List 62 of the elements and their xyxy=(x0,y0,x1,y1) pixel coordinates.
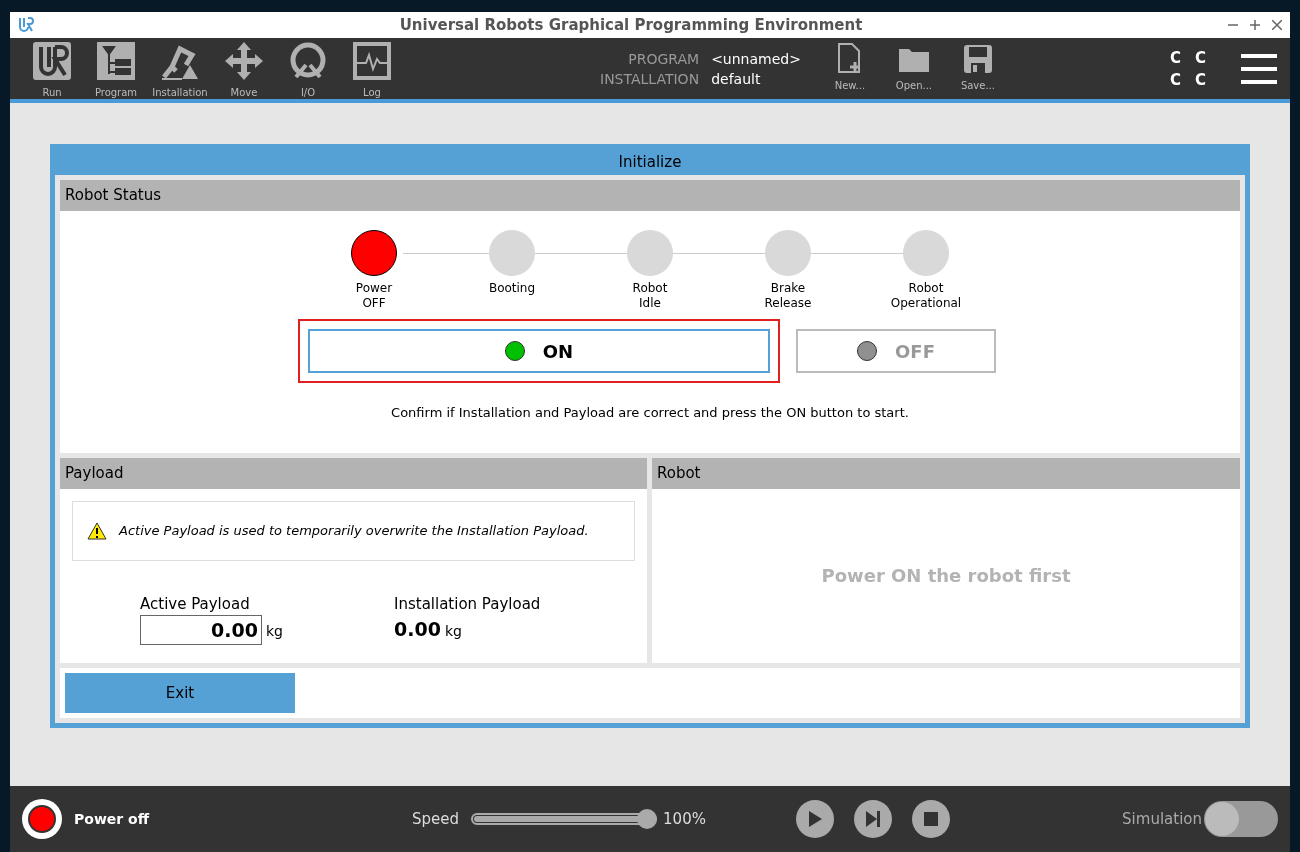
status-step-label: Power OFF xyxy=(355,281,393,311)
warning-icon xyxy=(87,521,107,540)
file-button[interactable]: Open... xyxy=(884,40,943,97)
power-status-icon[interactable] xyxy=(22,799,62,839)
status-letter: C xyxy=(1195,47,1206,69)
logo-icon xyxy=(18,17,34,33)
panel-title: Payload xyxy=(65,462,124,484)
play-icon xyxy=(806,810,823,828)
power-button[interactable]: ON xyxy=(308,329,770,373)
toolbar-button[interactable]: Log xyxy=(340,37,404,100)
toolbar-button[interactable]: I/O xyxy=(276,37,340,100)
toolbar-button[interactable]: Program xyxy=(84,37,148,100)
dialog-title: Initialize xyxy=(618,151,682,173)
warning-text: Active Payload is used to temporarily overwrite the Installation Payload. xyxy=(119,521,589,540)
unit-label: kg xyxy=(266,622,283,641)
slider-thumb[interactable] xyxy=(637,809,658,829)
installation-payload-label: Installation Payload xyxy=(394,593,541,615)
program-tree-icon xyxy=(96,41,136,81)
simulation-toggle[interactable] xyxy=(1204,801,1278,837)
status-step-label: Brake Release xyxy=(764,281,812,311)
toolbar-button[interactable]: Installation xyxy=(148,37,212,100)
log-chart-icon xyxy=(352,41,392,81)
new-file-icon xyxy=(836,41,863,74)
status-step-label: Booting xyxy=(488,281,536,296)
active-payload-field[interactable]: 0.00 xyxy=(140,615,262,645)
status-letter: C xyxy=(1169,69,1181,91)
program-name: <unnamed> xyxy=(711,49,801,69)
status-letter: C xyxy=(1195,69,1206,91)
installation-name: default xyxy=(711,69,762,89)
toolbar-button[interactable]: Run xyxy=(20,37,84,100)
simulation-label: Simulation xyxy=(1122,808,1202,830)
speed-value: 100% xyxy=(663,808,706,830)
speed-label: Speed xyxy=(412,808,460,830)
status-letter: C xyxy=(1169,47,1181,69)
exit-button[interactable]: Exit xyxy=(65,673,295,713)
installation-label: INSTALLATION xyxy=(600,69,700,89)
close-icon[interactable] xyxy=(1272,20,1282,30)
installation-payload-value: 0.00 xyxy=(394,616,441,642)
step-forward-icon xyxy=(863,810,882,828)
status-step-label: Robot Operational xyxy=(890,281,962,311)
file-button[interactable]: Save... xyxy=(948,40,1007,97)
window-title: Universal Robots Graphical Programming Environment xyxy=(398,14,864,36)
instruction-text: Confirm if Installation and Payload are correct and press the ON button to start. xyxy=(390,404,910,422)
maximize-icon[interactable] xyxy=(1250,20,1260,30)
unit-label: kg xyxy=(444,622,462,641)
robot-message: Power ON the robot first xyxy=(821,564,1071,589)
io-ring-icon xyxy=(288,41,328,81)
status-step-label: Robot Idle xyxy=(632,281,668,311)
program-label: PROGRAM xyxy=(627,49,700,69)
toolbar-button[interactable]: Move xyxy=(212,37,276,100)
panel-title: Robot Status xyxy=(65,185,162,207)
panel-title: Robot xyxy=(657,462,701,484)
active-payload-label: Active Payload xyxy=(140,593,251,615)
move-arrows-icon xyxy=(224,41,264,81)
logo-icon xyxy=(32,41,72,81)
step-button[interactable] xyxy=(853,800,892,838)
power-status-text: Power off xyxy=(74,809,150,829)
stop-icon xyxy=(923,812,938,826)
menu-icon[interactable] xyxy=(1240,52,1278,85)
file-button[interactable]: New... xyxy=(820,40,879,97)
stop-button[interactable] xyxy=(911,800,950,838)
play-button[interactable] xyxy=(795,800,834,838)
